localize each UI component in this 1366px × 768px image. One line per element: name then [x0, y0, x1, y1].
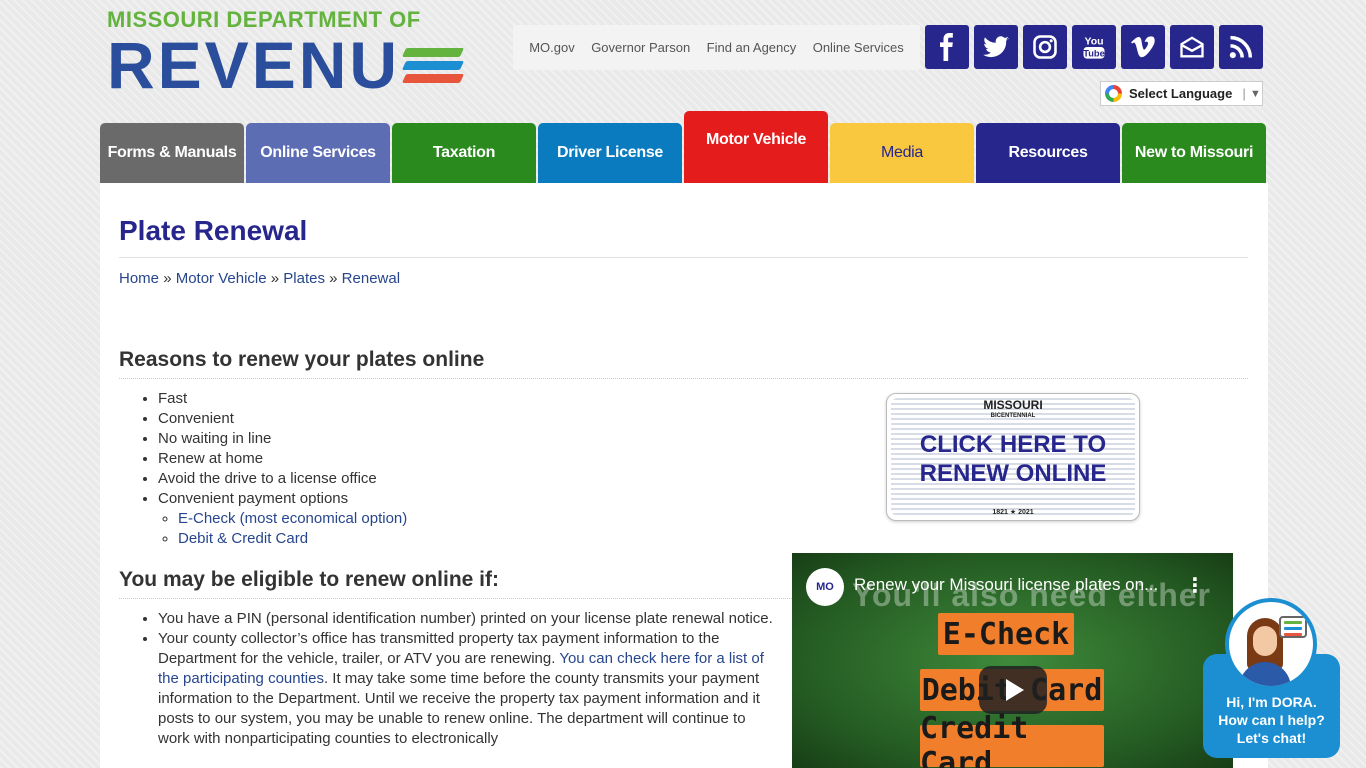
- channel-avatar[interactable]: MO: [806, 568, 844, 606]
- dora-chat-widget[interactable]: Hi, I'm DORA. How can I help? Let's chat…: [1203, 598, 1340, 758]
- facebook-icon: [940, 33, 953, 61]
- chat-greeting: Hi, I'm DORA.: [1226, 694, 1317, 710]
- rss-button[interactable]: [1219, 25, 1263, 69]
- video-embed[interactable]: You'll also need either E-Check Debit Ca…: [792, 553, 1233, 768]
- list-item: E-Check (most economical option): [178, 509, 758, 529]
- video-box-credit: Credit Card: [920, 711, 1104, 768]
- chevron-down-icon: ▼: [1249, 87, 1261, 100]
- util-link-mo-gov[interactable]: MO.gov: [529, 40, 575, 55]
- payment-options-list: E-Check (most economical option) Debit &…: [178, 509, 758, 549]
- debit-credit-link[interactable]: Debit & Credit Card: [178, 530, 308, 547]
- list-item: Your county collector’s office has trans…: [158, 629, 780, 749]
- dor-logo[interactable]: MISSOURI DEPARTMENT OF REVENU: [107, 8, 467, 100]
- youtube-icon: You Tube: [1083, 36, 1105, 59]
- eligibility-list: You have a PIN (personal identification …: [158, 609, 780, 749]
- social-links: You Tube: [925, 25, 1263, 69]
- util-link-find-agency[interactable]: Find an Agency: [707, 40, 797, 55]
- renew-online-plate-link[interactable]: MISSOURI BICENTENNIAL CLICK HERE TO RENE…: [886, 393, 1140, 521]
- breadcrumb-motor-vehicle[interactable]: Motor Vehicle: [176, 270, 267, 287]
- youtube-button[interactable]: You Tube: [1072, 25, 1116, 69]
- list-item: Renew at home: [158, 449, 758, 469]
- svg-text:Tube: Tube: [1083, 48, 1105, 58]
- plate-state-text: MISSOURI BICENTENNIAL: [887, 398, 1139, 422]
- play-button[interactable]: [979, 666, 1047, 714]
- main-nav: Forms & Manuals Online Services Taxation…: [100, 111, 1268, 183]
- reasons-list: Fast Convenient No waiting in line Renew…: [158, 389, 758, 549]
- list-item: Fast: [158, 389, 758, 409]
- nav-tab-new-to-missouri[interactable]: New to Missouri: [1122, 123, 1266, 183]
- svg-text:You: You: [1084, 36, 1103, 48]
- breadcrumb-plates[interactable]: Plates: [283, 270, 325, 287]
- chat-bubble-icon: [1279, 616, 1307, 638]
- language-separator: |: [1242, 86, 1246, 101]
- instagram-button[interactable]: [1023, 25, 1067, 69]
- page-title: Plate Renewal: [119, 215, 308, 246]
- util-link-online-services[interactable]: Online Services: [813, 40, 904, 55]
- google-icon: [1105, 85, 1122, 102]
- breadcrumb-renewal[interactable]: Renewal: [342, 270, 400, 287]
- vimeo-button[interactable]: [1121, 25, 1165, 69]
- list-item: You have a PIN (personal identification …: [158, 609, 780, 629]
- list-item: Avoid the drive to a license office: [158, 469, 758, 489]
- section-heading-eligible: You may be eligible to renew online if:: [119, 568, 499, 591]
- chat-cta: Let's chat!: [1236, 730, 1307, 746]
- breadcrumb: Home » Motor Vehicle » Plates » Renewal: [119, 270, 400, 287]
- video-box-echeck: E-Check: [938, 613, 1074, 655]
- facebook-button[interactable]: [925, 25, 969, 69]
- plate-state-name: MISSOURI: [983, 398, 1043, 412]
- breadcrumb-separator: »: [329, 270, 338, 287]
- main-content: Plate Renewal Home » Motor Vehicle » Pla…: [100, 183, 1268, 768]
- nav-tab-media[interactable]: Media: [830, 123, 974, 183]
- nav-tab-motor-vehicle[interactable]: Motor Vehicle: [684, 111, 828, 183]
- breadcrumb-home[interactable]: Home: [119, 270, 159, 287]
- language-select-label: Select Language: [1129, 86, 1233, 101]
- video-title[interactable]: Renew your Missouri license plates on...: [854, 575, 1184, 595]
- logo-main-text: REVENU: [107, 28, 401, 102]
- nav-tab-forms-manuals[interactable]: Forms & Manuals: [100, 123, 244, 183]
- language-select[interactable]: Select Language | ▼: [1100, 81, 1263, 106]
- section-heading-reasons: Reasons to renew your plates online: [119, 348, 485, 371]
- plate-cta-text: CLICK HERE TO RENEW ONLINE: [919, 431, 1107, 487]
- breadcrumb-separator: »: [270, 270, 280, 287]
- dora-avatar[interactable]: [1225, 598, 1317, 690]
- util-link-governor[interactable]: Governor Parson: [591, 40, 690, 55]
- list-item: Convenient payment options E-Check (most…: [158, 489, 758, 549]
- email-button[interactable]: [1170, 25, 1214, 69]
- email-icon: [1180, 36, 1204, 58]
- twitter-icon: [983, 36, 1009, 58]
- e-check-link[interactable]: E-Check (most economical option): [178, 510, 407, 527]
- nav-tab-online-services[interactable]: Online Services: [246, 123, 390, 183]
- instagram-icon: [1033, 35, 1057, 59]
- rss-icon: [1229, 35, 1253, 59]
- chat-help-text: How can I help?: [1218, 712, 1325, 728]
- list-item-label: Convenient payment options: [158, 490, 349, 507]
- list-item: No waiting in line: [158, 429, 758, 449]
- breadcrumb-separator: »: [163, 270, 172, 287]
- title-divider: [119, 257, 1248, 258]
- utility-nav: MO.gov Governor Parson Find an Agency On…: [513, 25, 920, 70]
- logo-stripes: [401, 47, 465, 83]
- nav-tab-resources[interactable]: Resources: [976, 123, 1120, 183]
- section-divider: [119, 598, 794, 599]
- list-item: Convenient: [158, 409, 758, 429]
- more-options-icon[interactable]: ⋮: [1185, 573, 1205, 598]
- list-item: Debit & Credit Card: [178, 529, 758, 549]
- plate-bicentennial: BICENTENNIAL: [990, 413, 1036, 419]
- section-divider: [119, 378, 1248, 379]
- plate-years: 1821 ★ 2021: [992, 509, 1034, 516]
- nav-tab-taxation[interactable]: Taxation: [392, 123, 536, 183]
- nav-tab-driver-license[interactable]: Driver License: [538, 123, 682, 183]
- twitter-button[interactable]: [974, 25, 1018, 69]
- vimeo-icon: [1131, 36, 1155, 58]
